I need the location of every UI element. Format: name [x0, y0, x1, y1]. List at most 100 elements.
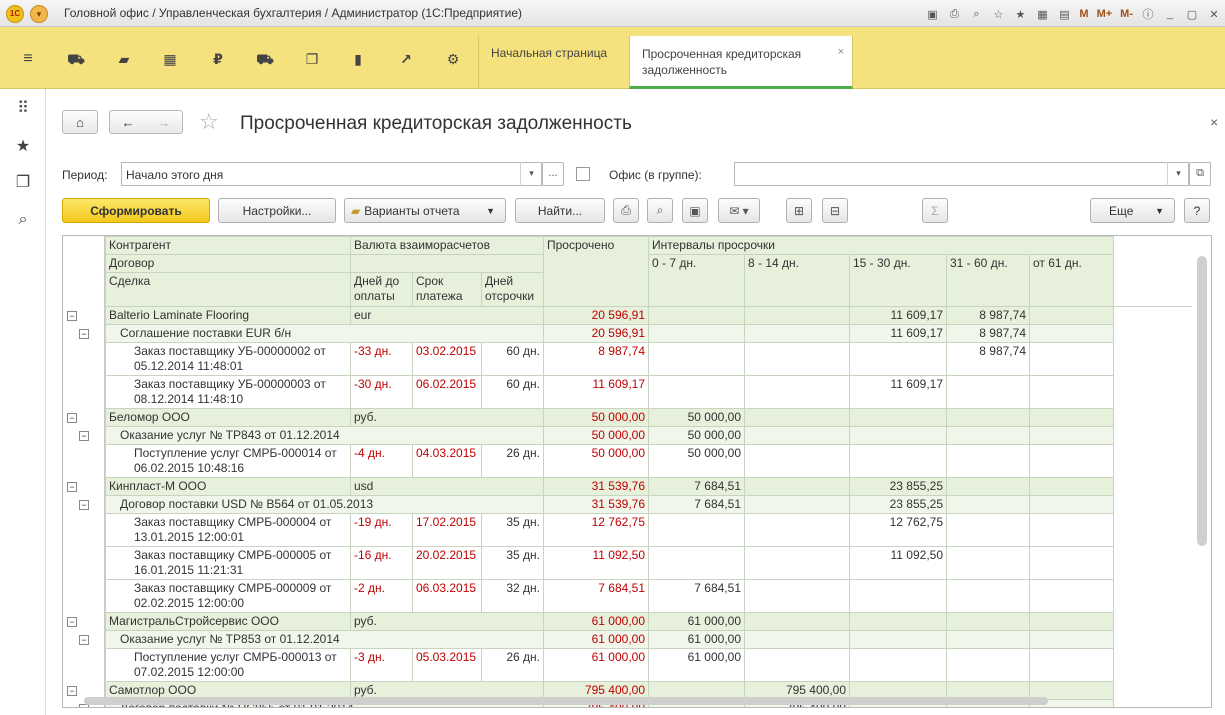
collapse-toggle-icon[interactable]: −: [67, 481, 77, 492]
interval-3-cell: 23 855,25: [849, 495, 947, 514]
group-row[interactable]: МагистральСтройсервис ООО руб. 61 000,00 61…: [105, 612, 1192, 631]
deal-row[interactable]: Поступление услуг СМРБ-000014 от 06.02.2…: [105, 444, 1192, 478]
contract-row[interactable]: Соглашение поставки EUR б/н 20 596,91 11 6…: [105, 324, 1192, 343]
deal-row[interactable]: Заказ поставщику УБ-00000002 от 05.12.20…: [105, 342, 1192, 376]
save-button[interactable]: ▣: [682, 198, 708, 223]
home-button[interactable]: ⌂: [62, 110, 98, 134]
gear-icon[interactable]: ⚙: [443, 49, 463, 69]
print-button[interactable]: ⎙: [613, 198, 639, 223]
find-button[interactable]: Найти...: [515, 198, 605, 223]
office-open-icon[interactable]: ⧉: [1189, 162, 1211, 186]
report-area[interactable]: Контрагент Валюта взаиморасчетов Просроч…: [62, 235, 1212, 708]
trend-icon[interactable]: ↗: [396, 49, 416, 69]
more-button[interactable]: Еще ▼: [1090, 198, 1175, 223]
apps-grid-icon[interactable]: ⠿: [13, 99, 33, 119]
documents-icon[interactable]: ❐: [302, 49, 322, 69]
overdue-cell: 61 000,00: [543, 630, 649, 649]
bar-chart-icon[interactable]: ▮: [348, 49, 368, 69]
tab-home[interactable]: Начальная страница: [478, 36, 628, 89]
generate-button[interactable]: Сформировать: [62, 198, 210, 223]
truck-icon[interactable]: ⛟: [255, 49, 275, 69]
horizontal-scrollbar[interactable]: [84, 697, 1048, 705]
days-to-pay-cell: -33 дн.: [350, 342, 413, 376]
bag-icon[interactable]: ▰: [114, 49, 134, 69]
counterparty-cell: МагистральСтройсервис ООО: [105, 612, 351, 631]
sum-button[interactable]: Σ: [922, 198, 948, 223]
vertical-scrollbar[interactable]: [1197, 256, 1207, 546]
tab-overdue-payables[interactable]: Просроченная кредиторская задолженность …: [629, 36, 853, 89]
warehouse-icon[interactable]: ▦: [160, 49, 180, 69]
period-select-button[interactable]: ...: [542, 162, 564, 186]
info-icon[interactable]: ⓘ: [1139, 5, 1157, 23]
collapse-toggle-icon[interactable]: −: [79, 430, 89, 441]
deal-row[interactable]: Заказ поставщику СМРБ-000005 от 16.01.20…: [105, 546, 1192, 580]
office-field[interactable]: [734, 162, 1189, 186]
app-logo-icon[interactable]: 1С: [6, 5, 24, 23]
main-menu-icon[interactable]: ▾: [30, 5, 48, 23]
memory-mplus-button[interactable]: M+: [1097, 8, 1113, 20]
collapse-toggle-icon[interactable]: −: [67, 310, 77, 321]
cart-icon[interactable]: ⛟: [66, 49, 86, 69]
calculator-icon[interactable]: ▦: [1033, 5, 1051, 23]
forward-arrow-icon[interactable]: →: [158, 115, 171, 130]
collapse-toggle-icon[interactable]: −: [79, 328, 89, 339]
back-arrow-icon[interactable]: ←: [122, 115, 135, 130]
office-dropdown-icon[interactable]: ▾: [1167, 162, 1189, 186]
history-icon[interactable]: ❐: [13, 173, 33, 193]
help-button[interactable]: ?: [1184, 198, 1210, 223]
interval-2-cell: [744, 375, 850, 409]
search-icon[interactable]: ⌕: [13, 210, 33, 230]
overdue-cell: 61 000,00: [543, 648, 649, 682]
memory-m-button[interactable]: M: [1079, 8, 1088, 20]
deal-row[interactable]: Заказ поставщику СМРБ-000009 от 02.02.20…: [105, 579, 1192, 613]
group-row[interactable]: Кинпласт-М ООО usd 31 539,76 7 684,51 23 855…: [105, 477, 1192, 496]
interval-2-cell: [744, 648, 850, 682]
minimize-icon[interactable]: _: [1161, 5, 1179, 23]
print-icon[interactable]: ⎙: [945, 5, 963, 23]
collapse-toggle-icon[interactable]: −: [67, 412, 77, 423]
collapse-groups-button[interactable]: ⊟: [822, 198, 848, 223]
contract-row[interactable]: Договор поставки USD № В564 от 01.05.201…: [105, 495, 1192, 514]
collapse-toggle-icon[interactable]: −: [79, 634, 89, 645]
send-mail-button[interactable]: ✉ ▾: [718, 198, 760, 223]
memory-mminus-button[interactable]: M-: [1120, 8, 1133, 20]
favorite-star-icon[interactable]: ☆: [199, 109, 219, 135]
save-icon[interactable]: ▣: [923, 5, 941, 23]
period-field[interactable]: Начало этого дня: [121, 162, 542, 186]
expand-groups-button[interactable]: ⊞: [786, 198, 812, 223]
close-window-icon[interactable]: ✕: [1205, 5, 1223, 23]
overdue-cell: 61 000,00: [543, 612, 649, 631]
star-icon[interactable]: ★: [13, 137, 33, 157]
collapse-toggle-icon[interactable]: −: [67, 685, 77, 696]
close-tab-icon[interactable]: ×: [838, 44, 844, 60]
preview-button[interactable]: ⌕: [647, 198, 673, 223]
contract-cell: Оказание услуг № ТР853 от 01.12.2014: [105, 630, 544, 649]
deal-row[interactable]: Заказ поставщику СМРБ-000004 от 13.01.20…: [105, 513, 1192, 547]
favorite-add-icon[interactable]: ☆: [989, 5, 1007, 23]
calendar-icon[interactable]: ▤: [1055, 5, 1073, 23]
deal-row[interactable]: Поступление услуг СМРБ-000013 от 07.02.2…: [105, 648, 1192, 682]
collapse-toggle-icon[interactable]: −: [79, 499, 89, 510]
settings-button[interactable]: Настройки...: [218, 198, 336, 223]
deal-row[interactable]: Заказ поставщику УБ-00000003 от 08.12.20…: [105, 375, 1192, 409]
group-row[interactable]: Беломор ООО руб. 50 000,00 50 000,00: [105, 408, 1192, 427]
interval-5-cell: [1029, 579, 1114, 613]
close-form-icon[interactable]: ×: [1210, 114, 1218, 130]
header-deal: Сделка: [105, 272, 351, 307]
collapse-toggle-icon[interactable]: −: [67, 616, 77, 627]
favorites-icon[interactable]: ★: [1011, 5, 1029, 23]
report-variants-button[interactable]: ▰ Варианты отчета ▼: [344, 198, 506, 223]
hamburger-menu-icon[interactable]: ≡: [18, 49, 38, 69]
maximize-icon[interactable]: ▢: [1183, 5, 1201, 23]
interval-4-cell: [946, 477, 1030, 496]
office-checkbox[interactable]: [576, 167, 590, 181]
contract-row[interactable]: Оказание услуг № ТР853 от 01.12.2014 61 0…: [105, 630, 1192, 649]
contract-row[interactable]: Оказание услуг № ТР843 от 01.12.2014 50 0…: [105, 426, 1192, 445]
ruble-icon[interactable]: ₽: [208, 49, 228, 69]
contract-cell: Оказание услуг № ТР843 от 01.12.2014: [105, 426, 544, 445]
preview-icon[interactable]: ⌕: [967, 5, 985, 23]
group-row[interactable]: Balterio Laminate Flooring eur 20 596,91 11…: [105, 306, 1192, 325]
interval-3-cell: [849, 648, 947, 682]
period-dropdown-icon[interactable]: ▾: [520, 162, 542, 186]
header-intervals: Интервалы просрочки: [648, 236, 1114, 255]
